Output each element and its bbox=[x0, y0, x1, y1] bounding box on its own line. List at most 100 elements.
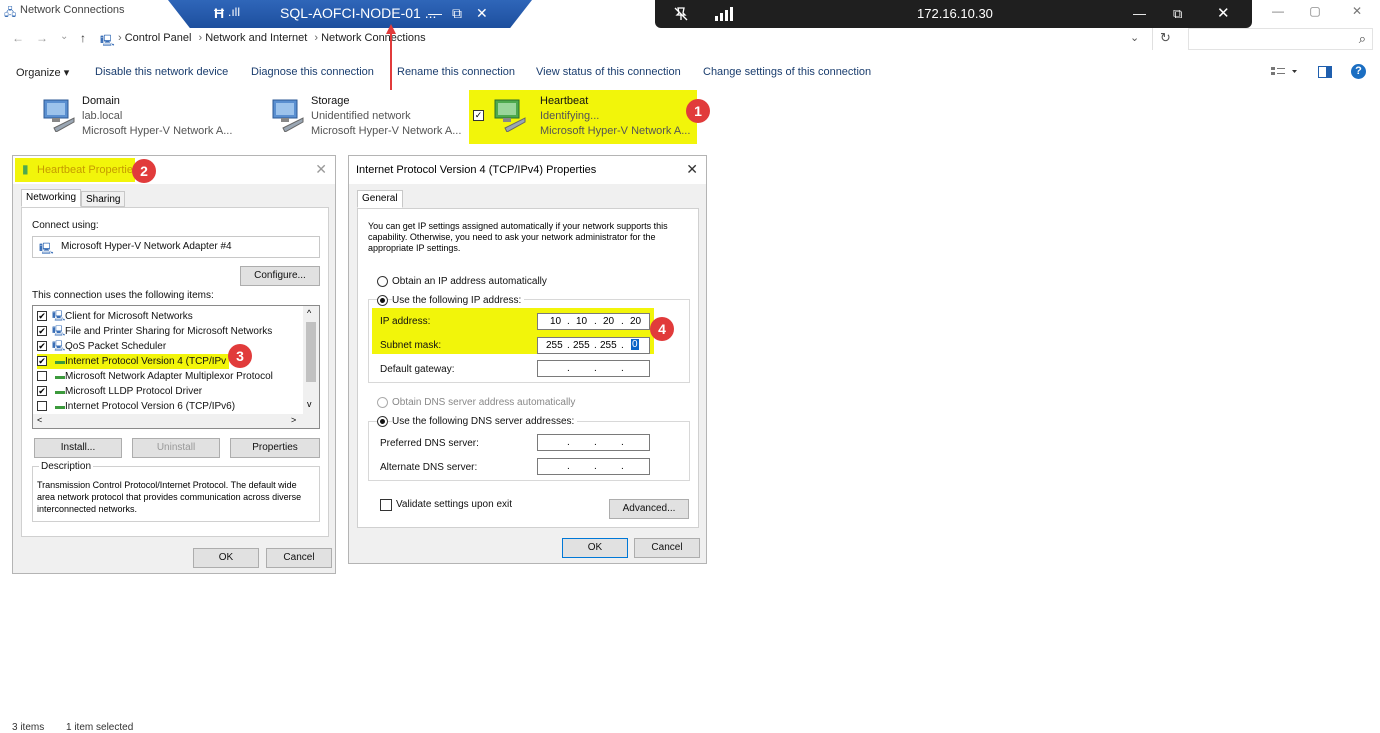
step-badge-2: 2 bbox=[132, 159, 156, 183]
remote-restore-button[interactable]: ⧉ bbox=[1173, 6, 1182, 22]
dns-dot: . bbox=[594, 461, 597, 472]
horizontal-scrollbar[interactable]: < > bbox=[33, 414, 319, 428]
ip-dot: . bbox=[594, 316, 597, 327]
address-dropdown-icon[interactable]: ⌄ bbox=[1130, 31, 1139, 44]
organize-menu[interactable]: Organize ▾ bbox=[16, 66, 69, 79]
adapter-heartbeat[interactable]: ✓ Heartbeat Identifying... Microsoft Hyp… bbox=[469, 90, 697, 144]
use-dns-label: Use the following DNS server addresses: bbox=[392, 416, 578, 427]
help-icon[interactable]: ? bbox=[1351, 64, 1366, 79]
network-adapter-icon bbox=[494, 99, 526, 132]
forward-icon[interactable]: → bbox=[36, 31, 48, 45]
preferred-dns-label: Preferred DNS server: bbox=[380, 438, 479, 449]
recent-locations-icon[interactable]: ⌄ bbox=[60, 31, 68, 42]
gateway-dot: . bbox=[567, 363, 570, 374]
use-dns-radio[interactable] bbox=[377, 416, 388, 427]
maximize-button[interactable]: ▢ bbox=[1295, 0, 1335, 22]
list-item[interactable]: ✔ Microsoft LLDP Protocol Driver bbox=[37, 384, 297, 399]
refresh-icon[interactable]: ↻ bbox=[1160, 30, 1171, 46]
unpin-icon[interactable] bbox=[673, 6, 689, 22]
back-icon[interactable]: ← bbox=[12, 31, 24, 45]
rdp-restore-button[interactable]: ⧉ bbox=[452, 5, 462, 22]
advanced-button[interactable]: Advanced... bbox=[609, 499, 689, 519]
item-checkbox[interactable] bbox=[37, 401, 47, 411]
ip-address-field[interactable]: 10 . 10 . 20 . 20 bbox=[537, 313, 650, 330]
signal-icon: .ıll bbox=[228, 5, 240, 19]
rename-connection-command[interactable]: Rename this connection bbox=[397, 66, 515, 78]
close-window-button[interactable]: ✕ bbox=[1337, 0, 1377, 22]
list-item[interactable]: Internet Protocol Version 6 (TCP/IPv6) bbox=[37, 399, 297, 414]
scroll-right-icon[interactable]: > bbox=[291, 415, 296, 425]
mask-octet-selected: 0 bbox=[631, 339, 639, 350]
up-icon[interactable]: ↑ bbox=[80, 31, 86, 45]
search-input[interactable]: ⌕ bbox=[1188, 28, 1373, 50]
adapter-storage[interactable]: Storage Unidentified network Microsoft H… bbox=[263, 90, 473, 144]
list-item[interactable]: ✔ 🖳 File and Printer Sharing for Microso… bbox=[37, 324, 297, 339]
configure-button[interactable]: Configure... bbox=[240, 266, 320, 286]
protocol-icon bbox=[55, 388, 65, 394]
remote-close-button[interactable]: ✕ bbox=[1217, 4, 1230, 22]
diagnose-connection-command[interactable]: Diagnose this connection bbox=[251, 66, 374, 78]
use-ip-radio[interactable] bbox=[377, 295, 388, 306]
minimize-button[interactable]: — bbox=[1258, 0, 1298, 22]
ok-button[interactable]: OK bbox=[562, 538, 628, 558]
rdp-close-button[interactable]: ✕ bbox=[476, 5, 488, 22]
item-checkbox[interactable]: ✔ bbox=[37, 356, 47, 366]
adapter-name: Microsoft Hyper-V Network Adapter #4 bbox=[61, 241, 232, 252]
scroll-up-icon[interactable]: ^ bbox=[307, 308, 311, 318]
cancel-button[interactable]: Cancel bbox=[634, 538, 700, 558]
adapter-status: Identifying... bbox=[540, 110, 600, 122]
install-button[interactable]: Install... bbox=[34, 438, 122, 458]
item-checkbox[interactable]: ✔ bbox=[37, 326, 47, 336]
breadcrumb-network-connections[interactable]: Network Connections bbox=[321, 32, 426, 44]
uninstall-button[interactable]: Uninstall bbox=[132, 438, 220, 458]
dns-dot: . bbox=[621, 461, 624, 472]
item-checkbox[interactable]: ✔ bbox=[37, 386, 47, 396]
mask-octet: 255 bbox=[546, 340, 563, 351]
breadcrumb-control-panel[interactable]: Control Panel bbox=[125, 32, 192, 44]
tab-general[interactable]: General bbox=[357, 190, 403, 208]
default-gateway-field[interactable]: . . . bbox=[537, 360, 650, 377]
scrollbar-thumb[interactable] bbox=[306, 322, 316, 382]
list-item[interactable]: ✔ 🖳 Client for Microsoft Networks bbox=[37, 309, 297, 324]
alternate-dns-field[interactable]: . . . bbox=[537, 458, 650, 475]
breadcrumb-network-and-internet[interactable]: Network and Internet bbox=[205, 32, 307, 44]
adapter-select-checkbox[interactable]: ✓ bbox=[473, 110, 484, 121]
obtain-ip-radio[interactable] bbox=[377, 276, 388, 287]
disable-device-command[interactable]: Disable this network device bbox=[95, 66, 228, 78]
adapter-domain[interactable]: Domain lab.local Microsoft Hyper-V Netwo… bbox=[34, 90, 244, 144]
remote-host-address: 172.16.10.30 bbox=[917, 6, 993, 21]
scroll-down-icon[interactable]: v bbox=[307, 399, 312, 409]
pin-icon[interactable]: Ħ bbox=[214, 5, 224, 21]
view-options-icon[interactable] bbox=[1271, 66, 1299, 78]
list-item[interactable]: Microsoft Network Adapter Multiplexor Pr… bbox=[37, 369, 307, 384]
ip-octet: 10 bbox=[550, 316, 562, 327]
item-checkbox[interactable]: ✔ bbox=[37, 341, 47, 351]
validate-checkbox[interactable] bbox=[380, 499, 392, 511]
change-settings-command[interactable]: Change settings of this connection bbox=[703, 66, 871, 78]
preview-pane-icon[interactable] bbox=[1318, 66, 1332, 78]
connection-quality-icon bbox=[715, 7, 733, 21]
list-item-selected[interactable]: ✔ Internet Protocol Version 4 (TCP/IPv bbox=[37, 354, 229, 369]
view-status-command[interactable]: View status of this connection bbox=[536, 66, 681, 78]
preferred-dns-field[interactable]: . . . bbox=[537, 434, 650, 451]
cancel-button[interactable]: Cancel bbox=[266, 548, 332, 568]
item-checkbox[interactable]: ✔ bbox=[37, 311, 47, 321]
item-checkbox[interactable] bbox=[37, 371, 47, 381]
tab-sharing[interactable]: Sharing bbox=[81, 191, 126, 207]
close-icon[interactable]: ✕ bbox=[315, 161, 327, 178]
tab-networking[interactable]: Networking bbox=[21, 189, 82, 207]
rdp-minimize-button[interactable]: — bbox=[428, 5, 442, 21]
scroll-left-icon[interactable]: < bbox=[37, 415, 42, 425]
status-selection: 1 item selected bbox=[66, 722, 134, 733]
properties-button[interactable]: Properties bbox=[230, 438, 320, 458]
close-icon[interactable]: ✕ bbox=[686, 161, 698, 178]
adapter-name: Heartbeat bbox=[540, 95, 589, 107]
vertical-scrollbar[interactable]: ^ v bbox=[303, 306, 319, 414]
dialog-title: Internet Protocol Version 4 (TCP/IPv4) P… bbox=[356, 164, 597, 176]
subnet-mask-field[interactable]: 255 . 255 . 255 . 0 bbox=[537, 337, 650, 354]
obtain-dns-radio[interactable] bbox=[377, 397, 388, 408]
remote-minimize-button[interactable]: — bbox=[1133, 6, 1146, 21]
ok-button[interactable]: OK bbox=[193, 548, 259, 568]
ip-octet: 10 bbox=[576, 316, 588, 327]
list-item[interactable]: ✔ 🖳 QoS Packet Scheduler bbox=[37, 339, 297, 354]
